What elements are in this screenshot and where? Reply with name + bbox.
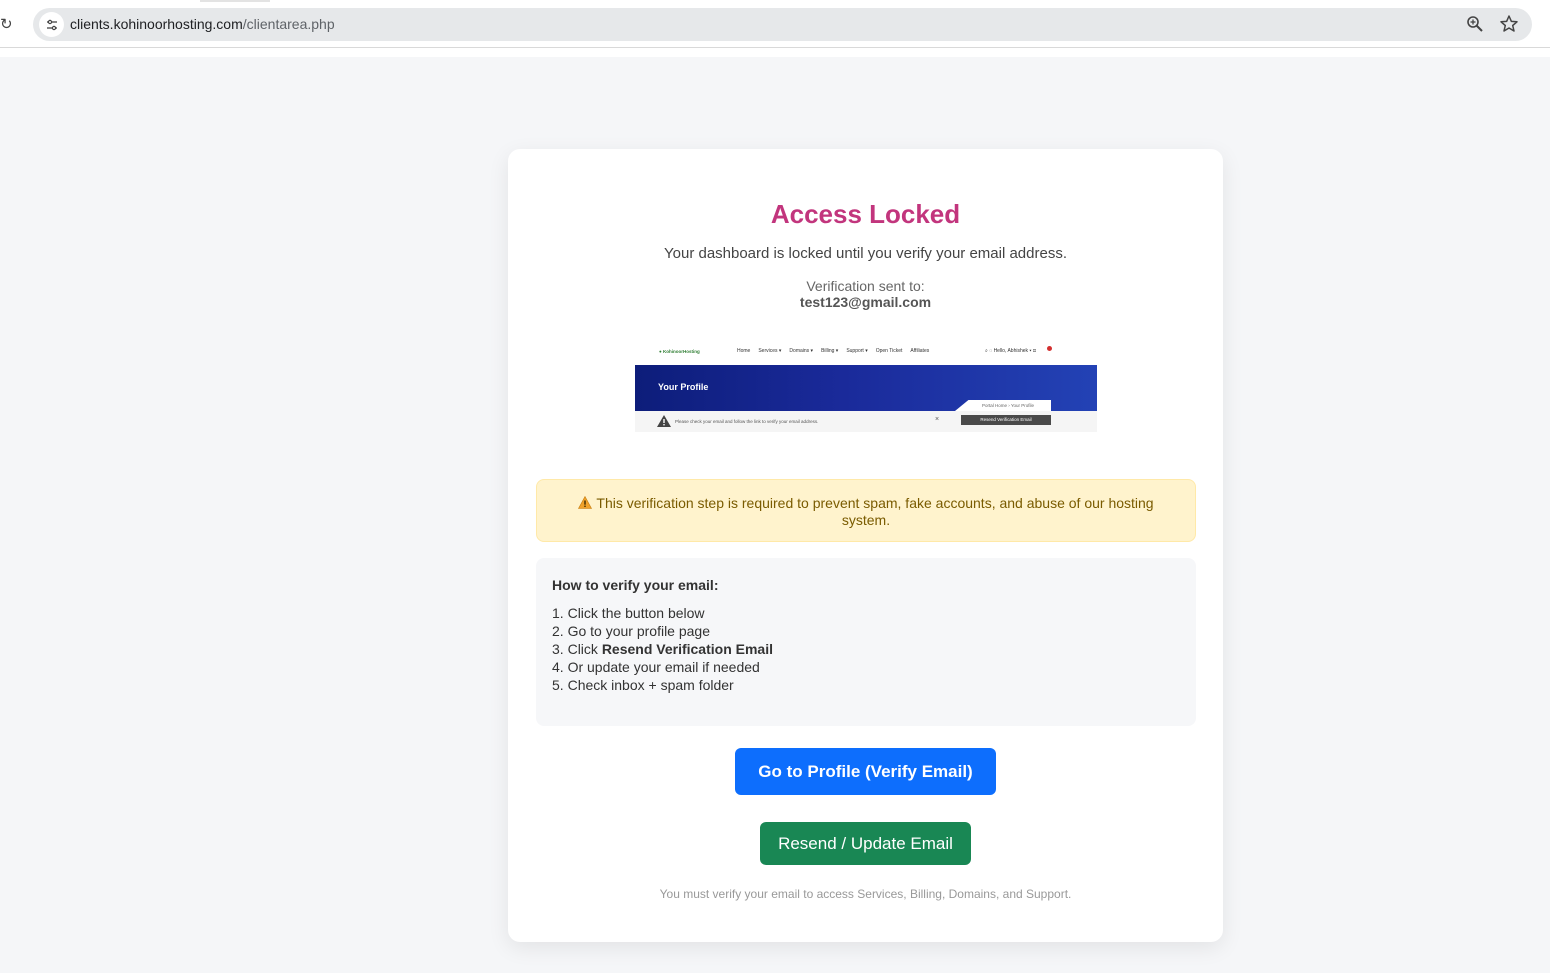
step-text-bold: Resend Verification Email	[601, 641, 773, 657]
preview-user-name: Hello, Abhishek ▾	[993, 348, 1032, 354]
step-text: Click the button below	[567, 605, 705, 621]
preview-nav-link: Home	[737, 348, 751, 354]
url-domain: clients.kohinoorhosting.com	[70, 16, 243, 32]
step-text: Check inbox + spam folder	[567, 677, 734, 693]
preview-logo-text: KohinoorHosting	[662, 349, 700, 354]
step-item: 5. Check inbox + spam folder	[552, 676, 773, 694]
spam-warning-notice: This verification step is required to pr…	[536, 479, 1196, 542]
address-bar[interactable]: clients.kohinoorhosting.com/clientarea.p…	[33, 8, 1532, 41]
preview-banner-title: Your Profile	[658, 382, 709, 392]
step-text: Or update your email if needed	[567, 659, 760, 675]
step-item: 1. Click the button below	[552, 604, 773, 622]
preview-alert: Please check your email and follow the l…	[635, 411, 1097, 432]
step-number: 5.	[552, 677, 564, 693]
access-locked-card: Access Locked Your dashboard is locked u…	[508, 149, 1223, 942]
preview-warning-icon	[657, 415, 671, 427]
step-number: 4.	[552, 659, 564, 675]
verification-sent-label: Verification sent to:	[806, 278, 925, 294]
step-text: Go to your profile page	[567, 623, 710, 639]
step-number: 2.	[552, 623, 564, 639]
step-number: 1.	[552, 605, 564, 621]
preview-close-icon: ×	[935, 416, 940, 423]
warning-icon	[578, 496, 593, 509]
step-number: 3.	[552, 641, 564, 657]
preview-nav-link: Open Ticket	[875, 348, 903, 354]
preview-breadcrumb: Portal Home › Your Profile	[955, 400, 1051, 411]
preview-nav-link: Support ▾	[846, 348, 868, 354]
tab-indicator	[200, 0, 270, 2]
step-item: 2. Go to your profile page	[552, 622, 773, 640]
preview-cart-badge	[1047, 346, 1052, 351]
steps-title: How to verify your email:	[552, 577, 719, 593]
zoom-icon[interactable]	[1466, 15, 1484, 33]
toolbar-divider	[0, 47, 1550, 48]
preview-navbar: ● KohinoorHosting Home Services ▾ Domain…	[635, 339, 1097, 365]
steps-list: 1. Click the button below 2. Go to your …	[552, 604, 773, 694]
browser-toolbar: ↻ clients.kohinoorhosting.com/clientarea…	[0, 0, 1550, 57]
page-subtitle: Your dashboard is locked until you verif…	[664, 245, 1067, 262]
verification-steps-box: How to verify your email: 1. Click the b…	[536, 558, 1196, 726]
url-path: /clientarea.php	[242, 16, 335, 32]
resend-update-email-button[interactable]: Resend / Update Email	[760, 822, 971, 865]
preview-nav-links: Home Services ▾ Domains ▾ Billing ▾ Supp…	[737, 348, 929, 354]
preview-nav-link: Billing ▾	[821, 348, 839, 354]
preview-logo: ● KohinoorHosting	[659, 349, 700, 354]
reload-icon[interactable]: ↻	[0, 14, 18, 34]
preview-nav-link: Services ▾	[758, 348, 782, 354]
preview-banner: Your Profile Portal Home › Your Profile	[635, 365, 1097, 411]
step-item: 4. Or update your email if needed	[552, 658, 773, 676]
preview-alert-text: Please check your email and follow the l…	[675, 419, 819, 424]
preview-user-menu: ⌕ ◌ Hello, Abhishek ▾ ⊡	[985, 348, 1037, 354]
preview-nav-link: Domains ▾	[789, 348, 814, 354]
verification-email: test123@gmail.com	[799, 294, 932, 310]
go-to-profile-button[interactable]: Go to Profile (Verify Email)	[735, 748, 996, 795]
page-title: Access Locked	[770, 199, 961, 229]
step-item: 3. Click Resend Verification Email	[552, 640, 773, 658]
warning-text: This verification step is required to pr…	[596, 495, 1154, 528]
site-settings-icon[interactable]	[39, 12, 64, 37]
profile-preview-image: ● KohinoorHosting Home Services ▾ Domain…	[635, 339, 1097, 432]
step-text: Click	[567, 641, 602, 657]
bookmark-star-icon[interactable]	[1499, 14, 1519, 34]
preview-resend-button: Resend Verification Email	[961, 415, 1051, 425]
url-text[interactable]: clients.kohinoorhosting.com/clientarea.p…	[70, 16, 335, 32]
footer-note: You must verify your email to access Ser…	[659, 887, 1072, 901]
preview-nav-link: Affiliates	[910, 348, 930, 354]
